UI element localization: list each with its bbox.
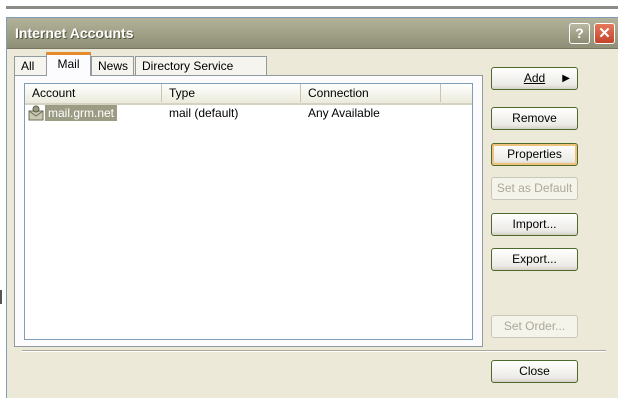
column-label: Type bbox=[169, 86, 196, 100]
column-header-connection[interactable]: Connection bbox=[301, 84, 441, 102]
properties-button[interactable]: Properties bbox=[491, 143, 578, 166]
remove-button[interactable]: Remove bbox=[491, 107, 578, 130]
column-header-type[interactable]: Type bbox=[162, 84, 301, 102]
tab-directory-service[interactable]: Directory Service bbox=[135, 56, 267, 75]
top-strip bbox=[0, 0, 618, 10]
window-title: Internet Accounts bbox=[15, 25, 134, 41]
title-bar[interactable]: Internet Accounts ? ✕ bbox=[7, 18, 618, 49]
export-button[interactable]: Export... bbox=[491, 248, 578, 271]
tab-label: News bbox=[98, 59, 129, 73]
close-icon: ✕ bbox=[598, 25, 611, 42]
column-label: Connection bbox=[308, 86, 369, 100]
account-connection: Any Available bbox=[308, 106, 380, 120]
submenu-arrow-icon: ▶ bbox=[562, 73, 570, 84]
mail-account-icon bbox=[28, 105, 44, 121]
add-button[interactable]: Add ▶ bbox=[491, 67, 578, 90]
account-name: mail.grm.net bbox=[45, 105, 118, 121]
set-as-default-button[interactable]: Set as Default bbox=[491, 177, 578, 200]
tab-news[interactable]: News bbox=[91, 56, 134, 75]
left-edge-mark bbox=[0, 290, 2, 304]
accounts-list[interactable]: Account Type Connection mail.grm.net mai… bbox=[24, 83, 473, 340]
tab-label: Directory Service bbox=[142, 59, 234, 73]
tab-all[interactable]: All bbox=[14, 56, 47, 75]
tab-label: Mail bbox=[57, 57, 80, 71]
column-header-account[interactable]: Account bbox=[25, 84, 162, 102]
add-label: Add bbox=[523, 71, 546, 85]
tab-label: All bbox=[21, 59, 35, 73]
list-header: Account Type Connection bbox=[25, 84, 472, 105]
close-button[interactable]: Close bbox=[491, 360, 578, 383]
column-label: Account bbox=[32, 86, 76, 100]
mail-tab-panel: Account Type Connection mail.grm.net mai… bbox=[14, 75, 483, 347]
close-window-button[interactable]: ✕ bbox=[594, 23, 615, 44]
divider bbox=[22, 350, 606, 352]
table-row[interactable]: mail.grm.net mail (default) Any Availabl… bbox=[25, 105, 472, 121]
tab-mail[interactable]: Mail bbox=[46, 52, 91, 76]
import-button[interactable]: Import... bbox=[491, 213, 578, 236]
help-button[interactable]: ? bbox=[569, 23, 590, 44]
set-order-button[interactable]: Set Order... bbox=[491, 315, 578, 338]
help-icon: ? bbox=[575, 25, 584, 41]
account-type: mail (default) bbox=[169, 106, 239, 120]
